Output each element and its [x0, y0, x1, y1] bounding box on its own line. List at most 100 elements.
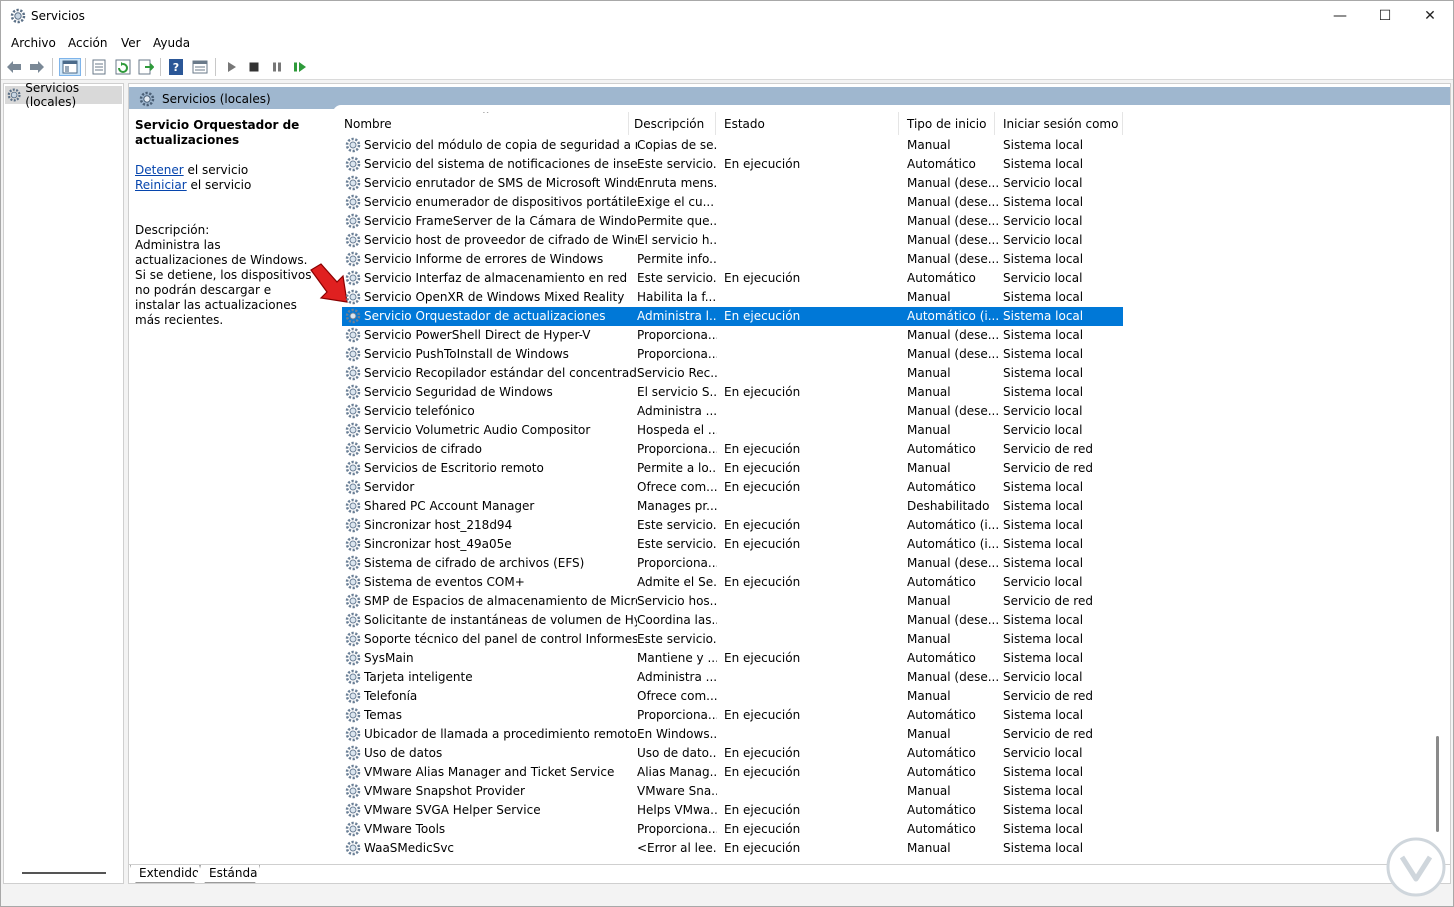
- table-row[interactable]: Servicio Orquestador de actualizaciones A…: [342, 307, 1123, 326]
- table-row[interactable]: Servicio host de proveedor de cifrado de…: [342, 231, 1123, 250]
- service-name-cell: Servicio PushToInstall de Windows: [364, 347, 569, 361]
- service-description-panel: Servicio Orquestador de actualizaciones …: [135, 118, 315, 328]
- table-row[interactable]: Telefonía Ofrece com... Manual Servicio de …: [342, 687, 1123, 706]
- service-description-cell: Ofrece com...: [637, 480, 717, 494]
- service-name-cell: Servicio del módulo de copia de segurida…: [364, 138, 637, 152]
- service-name-cell: Servicio Volumetric Audio Compositor: [364, 423, 591, 437]
- menu-accion[interactable]: Acción: [68, 36, 107, 50]
- show-hide-console-tree-icon[interactable]: [59, 58, 81, 76]
- table-row[interactable]: Ubicador de llamada a procedimiento remo…: [342, 725, 1123, 744]
- service-name-cell: Sincronizar host_218d94: [364, 518, 513, 532]
- service-status-cell: En ejecución: [724, 271, 801, 285]
- view-tabs: Extendido Estándar: [129, 864, 1450, 883]
- service-name-cell: Servicio Interfaz de almacenamiento en r…: [364, 271, 628, 285]
- table-row[interactable]: Servicio Interfaz de almacenamiento en r…: [342, 269, 1123, 288]
- service-gear-icon: [345, 308, 361, 324]
- service-name-cell: Ubicador de llamada a procedimiento remo…: [364, 727, 637, 741]
- service-name-cell: Servicio enrutador de SMS de Microsoft W…: [364, 176, 637, 190]
- back-icon[interactable]: [5, 58, 23, 76]
- table-row[interactable]: VMware Snapshot Provider VMware Sna... Man…: [342, 782, 1123, 801]
- tab-estandar[interactable]: Estándar: [200, 865, 260, 883]
- restart-service-link[interactable]: Reiniciar: [135, 178, 187, 192]
- stop-service-icon[interactable]: [245, 58, 263, 76]
- service-logon-cell: Sistema local: [1003, 138, 1084, 152]
- service-description-cell: Exige el cu...: [637, 195, 715, 209]
- service-name-cell: Servicio del sistema de notificaciones d…: [364, 157, 637, 171]
- menu-archivo[interactable]: Archivo: [11, 36, 56, 50]
- table-row[interactable]: Sincronizar host_49a05e Este servicio... E…: [342, 535, 1123, 554]
- table-row[interactable]: Servicios de cifrado Proporciona... En eje…: [342, 440, 1123, 459]
- close-button[interactable]: ✕: [1407, 1, 1453, 31]
- service-gear-icon: [345, 384, 361, 400]
- service-startup-type-cell: Manual (dese...: [907, 252, 999, 266]
- table-row[interactable]: Servicio FrameServer de la Cámara de Win…: [342, 212, 1123, 231]
- vertical-scrollbar[interactable]: [1436, 736, 1439, 832]
- tree-item-servicios-locales[interactable]: Servicios (locales): [5, 81, 122, 109]
- table-row[interactable]: Servicio OpenXR de Windows Mixed Reality…: [342, 288, 1123, 307]
- service-name-cell: Solicitante de instantáneas de volumen d…: [364, 613, 637, 627]
- table-row[interactable]: Servicio del sistema de notificaciones d…: [342, 155, 1123, 174]
- menu-ver[interactable]: Ver: [121, 36, 141, 50]
- table-row[interactable]: Servicio enrutador de SMS de Microsoft W…: [342, 174, 1123, 193]
- service-logon-cell: Servicio de red: [1003, 442, 1093, 456]
- maximize-button[interactable]: ☐: [1362, 1, 1408, 31]
- minimize-button[interactable]: —: [1317, 1, 1363, 31]
- table-row[interactable]: Solicitante de instantáneas de volumen d…: [342, 611, 1123, 630]
- table-row[interactable]: Sincronizar host_218d94 Este servicio... E…: [342, 516, 1123, 535]
- forward-icon[interactable]: [28, 58, 46, 76]
- services-window: Servicios — ☐ ✕ Archivo Acción Ver Ayuda: [0, 0, 1454, 907]
- table-row[interactable]: Servicio del módulo de copia de segurida…: [342, 136, 1123, 155]
- start-service-icon[interactable]: [222, 58, 240, 76]
- table-row[interactable]: Temas Proporciona... En ejecución Automátic…: [342, 706, 1123, 725]
- sort-ascending-icon: ^: [482, 112, 490, 120]
- service-description-cell: Administra ...: [637, 404, 717, 418]
- table-row[interactable]: Sistema de cifrado de archivos (EFS) Prop…: [342, 554, 1123, 573]
- properties-icon[interactable]: [90, 58, 108, 76]
- table-row[interactable]: Servicio Recopilador estándar del concen…: [342, 364, 1123, 383]
- export-list-icon[interactable]: [137, 58, 155, 76]
- table-row[interactable]: Shared PC Account Manager Manages pr... De…: [342, 497, 1123, 516]
- restart-service-icon[interactable]: [291, 58, 309, 76]
- table-row[interactable]: WaaSMedicSvc <Error al lee... En ejecución…: [342, 839, 1123, 858]
- service-gear-icon: [345, 669, 361, 685]
- view-details-icon[interactable]: [191, 58, 209, 76]
- table-row[interactable]: Tarjeta inteligente Administra ... Manual …: [342, 668, 1123, 687]
- tab-extendido[interactable]: Extendido: [130, 865, 200, 883]
- service-name-cell: Servicio PowerShell Direct de Hyper-V: [364, 328, 591, 342]
- table-row[interactable]: VMware SVGA Helper Service Helps VMwa... E…: [342, 801, 1123, 820]
- table-row[interactable]: Soporte técnico del panel de control Inf…: [342, 630, 1123, 649]
- stop-service-link[interactable]: Detener: [135, 163, 184, 177]
- service-startup-type-cell: Automático: [907, 157, 976, 171]
- column-header-iniciar-sesion[interactable]: Iniciar sesión como: [995, 112, 1123, 135]
- column-header-estado[interactable]: Estado: [716, 112, 899, 135]
- table-row[interactable]: Servicio PowerShell Direct de Hyper-V Pro…: [342, 326, 1123, 345]
- service-logon-cell: Servicio local: [1003, 670, 1083, 684]
- service-name-cell: VMware Tools: [364, 822, 446, 836]
- help-icon[interactable]: ?: [167, 58, 185, 76]
- table-row[interactable]: Servicio PushToInstall de Windows Proporc…: [342, 345, 1123, 364]
- service-logon-cell: Servicio local: [1003, 271, 1083, 285]
- table-row[interactable]: Uso de datos Uso de dato... En ejecución Au…: [342, 744, 1123, 763]
- refresh-icon[interactable]: [114, 58, 132, 76]
- service-description-cell: Administra l...: [637, 309, 717, 323]
- service-description-cell: Servicio hos...: [637, 594, 717, 608]
- service-description-cell: Permite a lo...: [637, 461, 717, 475]
- table-row[interactable]: VMware Tools Proporciona... En ejecución Au…: [342, 820, 1123, 839]
- table-row[interactable]: VMware Alias Manager and Ticket Service A…: [342, 763, 1123, 782]
- table-row[interactable]: Servicio enumerador de dispositivos port…: [342, 193, 1123, 212]
- menu-ayuda[interactable]: Ayuda: [153, 36, 190, 50]
- pause-service-icon[interactable]: [268, 58, 286, 76]
- tree-horizontal-scrollbar[interactable]: [22, 872, 106, 874]
- table-row[interactable]: Servicio Volumetric Audio Compositor Hosp…: [342, 421, 1123, 440]
- table-row[interactable]: Servidor Ofrece com... En ejecución Automát…: [342, 478, 1123, 497]
- column-header-descripcion[interactable]: Descripción: [629, 112, 716, 135]
- table-row[interactable]: SysMain Mantiene y ... En ejecución Automát…: [342, 649, 1123, 668]
- table-row[interactable]: Servicio telefónico Administra ... Manual …: [342, 402, 1123, 421]
- table-row[interactable]: Servicio Informe de errores de Windows Pe…: [342, 250, 1123, 269]
- table-row[interactable]: Servicio Seguridad de Windows El servicio…: [342, 383, 1123, 402]
- column-header-tipo-inicio[interactable]: Tipo de inicio: [899, 112, 995, 135]
- table-row[interactable]: Servicios de Escritorio remoto Permite a …: [342, 459, 1123, 478]
- table-row[interactable]: SMP de Espacios de almacenamiento de Mic…: [342, 592, 1123, 611]
- column-header-nombre[interactable]: Nombre ^: [332, 112, 629, 135]
- table-row[interactable]: Sistema de eventos COM+ Admite el Se... En…: [342, 573, 1123, 592]
